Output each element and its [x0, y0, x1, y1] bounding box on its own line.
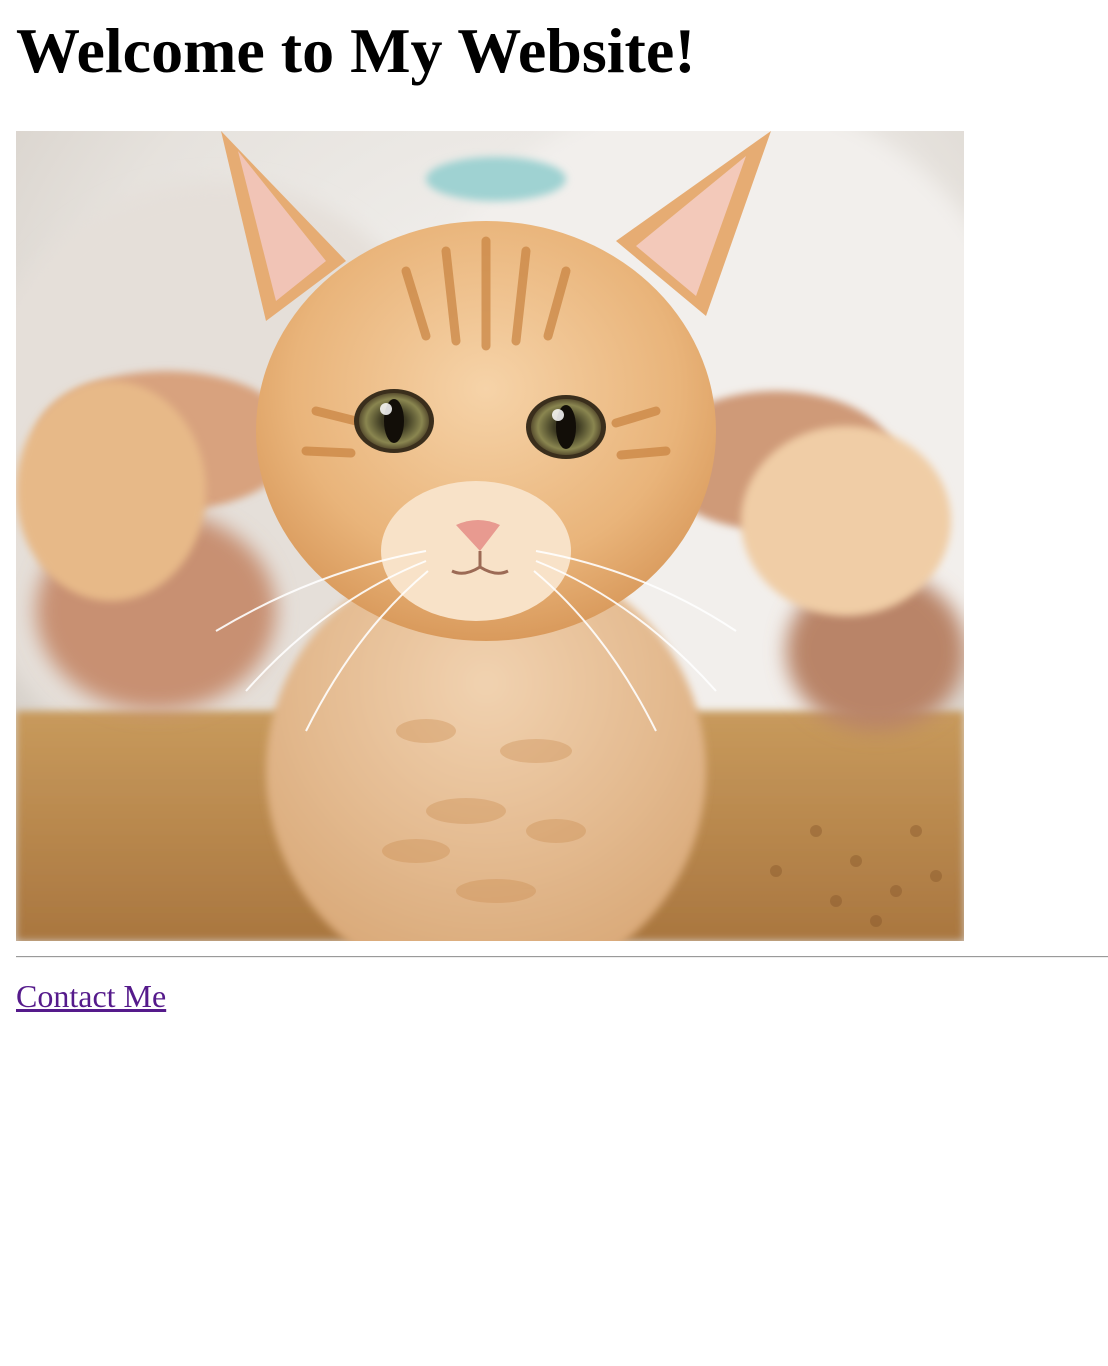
kitten-photo-icon — [16, 131, 964, 941]
page-title: Welcome to My Website! — [16, 15, 696, 86]
kitten-photo — [16, 131, 964, 941]
page-body: Welcome to My Website! Contact Me — [16, 0, 1108, 1014]
divider — [16, 956, 1108, 958]
contact-me-link[interactable]: Contact Me — [16, 976, 166, 1016]
